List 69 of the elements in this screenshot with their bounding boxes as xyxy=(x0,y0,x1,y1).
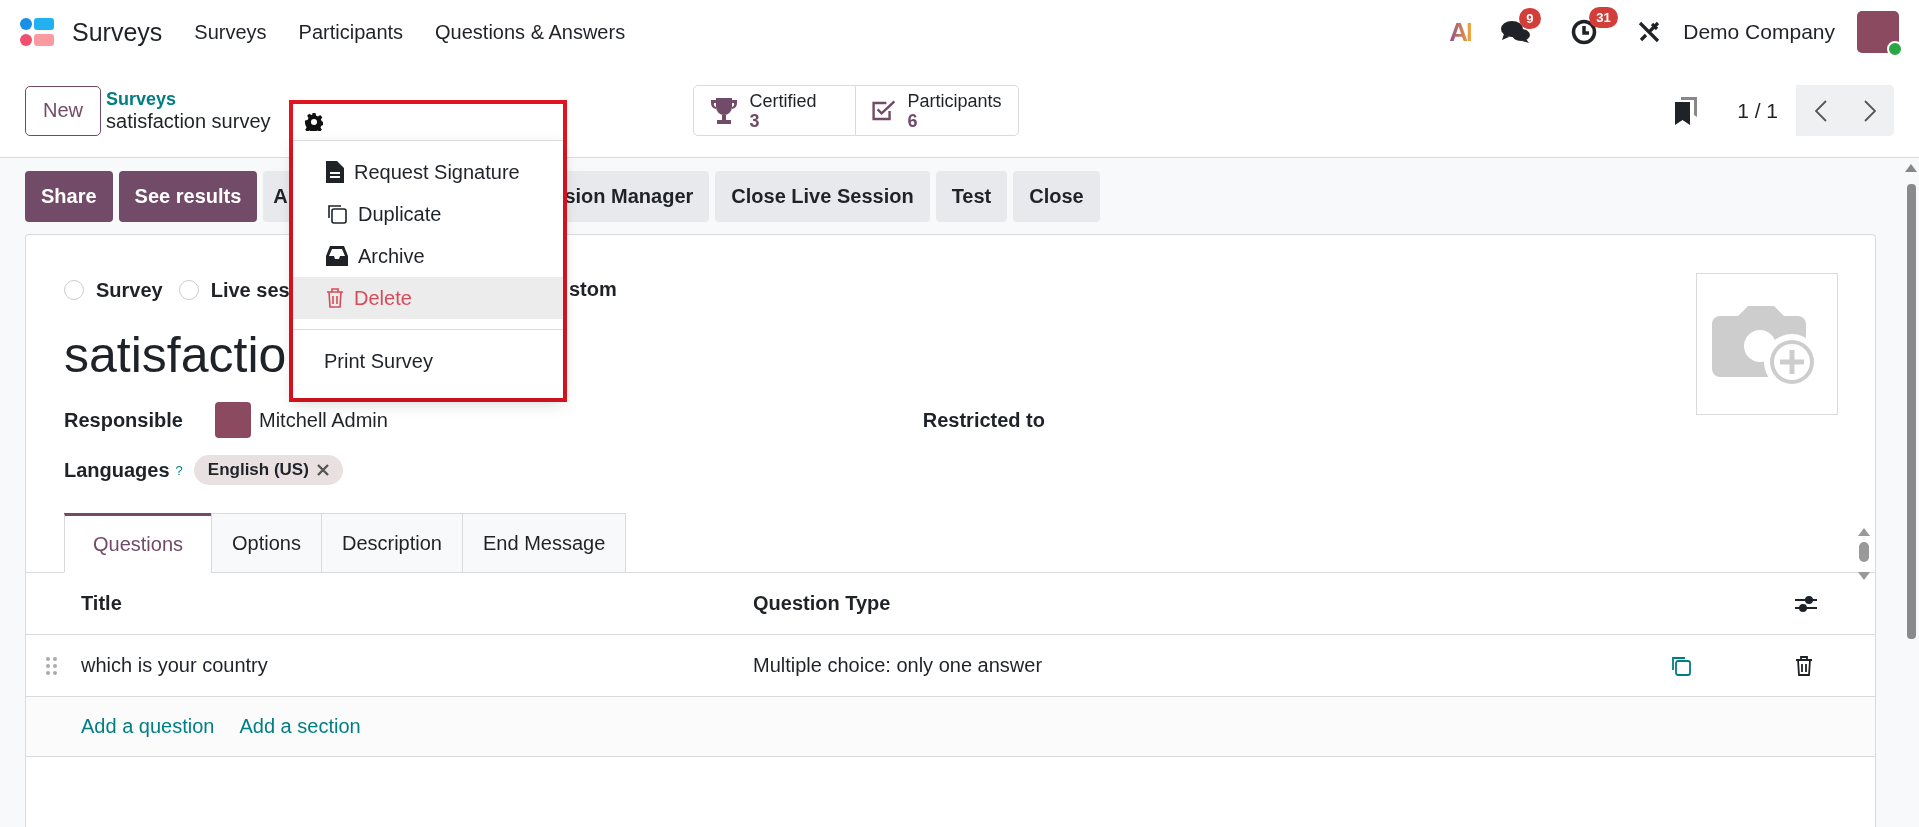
help-mark[interactable]: ? xyxy=(175,462,183,478)
tab[interactable]: Questions xyxy=(64,513,212,573)
field-label: Responsible xyxy=(64,408,184,432)
copy-icon xyxy=(326,203,348,225)
company-name[interactable]: Demo Company xyxy=(1683,20,1835,44)
add-line-link[interactable]: Add a question xyxy=(81,715,215,738)
drag-handle-icon[interactable] xyxy=(46,655,58,676)
copy-icon[interactable] xyxy=(1670,654,1692,677)
tab[interactable]: Description xyxy=(320,513,463,573)
clock-icon xyxy=(1571,19,1598,45)
notification-count: 31 xyxy=(1589,7,1618,28)
table-cell-text: Multiple choice: only one answer xyxy=(753,654,1044,677)
radio-option[interactable]: Live ses xyxy=(178,278,290,302)
scrollbar-drawing[interactable] xyxy=(1904,162,1918,642)
survey-title: satisfactio xyxy=(64,326,287,385)
bookmark-icon[interactable] xyxy=(1675,96,1698,125)
document-icon xyxy=(326,161,344,183)
activities-button[interactable] xyxy=(1571,19,1598,45)
scroll-indicator-drawing[interactable] xyxy=(1857,528,1871,580)
stat-button[interactable]: Certified 3 xyxy=(692,85,856,136)
trash-icon[interactable] xyxy=(1795,655,1813,676)
nav-menu-item[interactable]: Questions & Answers xyxy=(435,20,626,44)
menu-item[interactable]: Print Survey xyxy=(293,340,563,382)
settings-sliders-icon[interactable] xyxy=(1795,593,1817,614)
radio-circle[interactable] xyxy=(178,280,199,300)
user-avatar[interactable] xyxy=(1857,11,1899,53)
next-button[interactable] xyxy=(1845,85,1894,136)
menu-item[interactable]: Archive xyxy=(293,235,563,277)
menu-item[interactable]: Request Signature xyxy=(293,151,563,193)
column-header: Question Type xyxy=(753,592,892,615)
tab[interactable]: End Message xyxy=(462,513,627,573)
action-button[interactable]: Close Live Session xyxy=(715,171,930,222)
previous-button[interactable] xyxy=(1796,85,1845,136)
nav-menu-item[interactable]: Participants xyxy=(298,20,404,44)
tools-icon[interactable] xyxy=(1637,20,1662,44)
inbox-icon xyxy=(326,246,348,266)
new-button[interactable]: New xyxy=(25,85,101,136)
add-line-link[interactable]: Add a section xyxy=(239,715,361,738)
nav-menu-item[interactable]: Surveys xyxy=(194,20,267,44)
table-cell-text: which is your country xyxy=(81,654,269,677)
trash-icon xyxy=(326,288,344,308)
responsible-value[interactable]: Mitchell Admin xyxy=(259,408,388,432)
chevron-left-icon xyxy=(1814,99,1827,122)
user-avatar xyxy=(215,402,251,438)
record-name: satisfaction survey xyxy=(106,109,271,133)
trophy-icon xyxy=(709,96,738,125)
field-label: Restricted to xyxy=(922,408,1045,432)
field-label: Languages xyxy=(64,458,170,482)
pager-counter: 1 / 1 xyxy=(1737,98,1778,123)
action-button[interactable]: Close xyxy=(1013,171,1100,222)
chevron-right-icon xyxy=(1863,99,1876,122)
radio-circle[interactable] xyxy=(64,280,84,300)
stat-button[interactable]: Participants 6 xyxy=(855,85,1019,136)
app-name: Surveys xyxy=(72,17,163,47)
notification-count: 9 xyxy=(1519,8,1541,29)
radio-label[interactable]: stom xyxy=(569,278,617,301)
action-button[interactable]: Test xyxy=(935,171,1008,222)
close-icon[interactable] xyxy=(316,464,329,476)
radio-option[interactable]: Survey xyxy=(64,278,163,302)
breadcrumb-link[interactable]: Surveys xyxy=(106,88,271,110)
action-button[interactable]: Share xyxy=(25,171,113,222)
tab[interactable]: Options xyxy=(211,513,322,573)
language-tag: English (US) xyxy=(193,455,343,485)
menu-item[interactable]: Delete xyxy=(293,277,563,319)
column-header: Title xyxy=(81,592,123,615)
menu-item[interactable]: Duplicate xyxy=(293,193,563,235)
app-logo-icon[interactable] xyxy=(20,17,54,47)
action-button[interactable]: See results xyxy=(118,171,258,222)
settings-icon[interactable] xyxy=(305,113,323,131)
